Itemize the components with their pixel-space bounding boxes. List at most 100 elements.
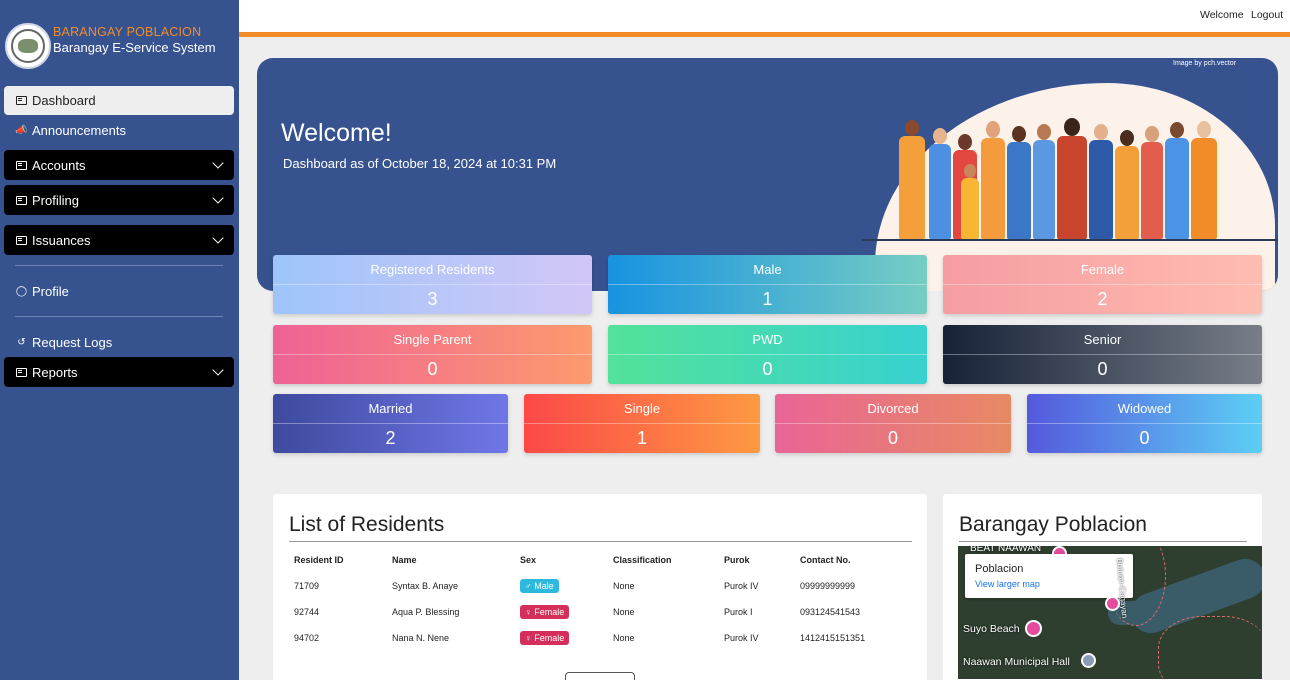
sex-label: Female xyxy=(534,633,565,643)
stat-label: Single Parent xyxy=(393,332,472,347)
sidebar-item-request-logs[interactable]: ↺ Request Logs xyxy=(4,327,234,357)
building-pin-icon[interactable] xyxy=(1081,653,1096,668)
sidebar-item-label: Profiling xyxy=(32,192,79,208)
stat-card-registered[interactable]: Registered Residents 3 xyxy=(273,255,592,314)
resident-purok: Purok IV xyxy=(724,633,759,643)
resident-classification: None xyxy=(613,607,635,617)
sidebar-divider xyxy=(15,316,223,317)
sex-badge: ♂ Male xyxy=(520,579,559,593)
welcome-link[interactable]: Welcome xyxy=(1200,9,1244,21)
stat-value: 2 xyxy=(385,428,396,448)
stat-value: 0 xyxy=(1097,359,1108,379)
sidebar-item-accounts[interactable]: Accounts xyxy=(4,150,234,180)
col-header: Resident ID xyxy=(294,555,344,565)
stat-card-married[interactable]: Married 2 xyxy=(273,394,508,453)
table-row[interactable]: 92744 Aqua P. Blessing ♀ Female None Pur… xyxy=(294,599,904,625)
map-title: Barangay Poblacion xyxy=(959,513,1147,536)
stat-label: Single xyxy=(623,401,661,416)
resident-id: 71709 xyxy=(294,581,320,591)
table-header-row: Resident ID Name Sex Classification Puro… xyxy=(294,547,904,573)
stat-card-female[interactable]: Female 2 xyxy=(943,255,1262,314)
logout-link[interactable]: Logout xyxy=(1251,9,1283,21)
resident-purok: Purok I xyxy=(724,607,753,617)
map-boundary xyxy=(1158,616,1262,679)
stat-card-single[interactable]: Single 1 xyxy=(524,394,760,453)
top-bar: Welcome Logout xyxy=(239,0,1290,32)
sidebar-item-dashboard[interactable]: Dashboard xyxy=(4,86,234,115)
stat-label: Male xyxy=(753,262,782,277)
residents-panel: List of Residents Resident ID Name Sex C… xyxy=(273,494,927,680)
id-card-icon xyxy=(15,159,28,172)
resident-classification: None xyxy=(613,633,635,643)
resident-purok: Purok IV xyxy=(724,581,759,591)
stat-value: 0 xyxy=(762,359,773,379)
sex-label: Male xyxy=(534,581,554,591)
stat-value: 2 xyxy=(1097,289,1108,309)
view-larger-map-link[interactable]: View larger map xyxy=(975,579,1040,589)
stat-value: 0 xyxy=(887,428,898,448)
stat-label: PWD xyxy=(752,332,783,347)
embedded-map[interactable]: BEAT NAAWAN Poblacion View larger map Bu… xyxy=(958,546,1262,679)
stat-value: 1 xyxy=(762,289,773,309)
stat-card-male[interactable]: Male 1 xyxy=(608,255,927,314)
stat-value: 0 xyxy=(427,359,438,379)
history-icon: ↺ xyxy=(17,336,26,348)
page-title: Welcome! xyxy=(281,119,392,147)
dashboard-date: Dashboard as of October 18, 2024 at 10:3… xyxy=(283,156,557,171)
table-row[interactable]: 71709 Syntax B. Anaye ♂ Male None Purok … xyxy=(294,573,904,599)
sidebar-item-announcements[interactable]: 📣 Announcements xyxy=(4,115,234,145)
sex-label: Female xyxy=(534,607,565,617)
residents-title: List of Residents xyxy=(289,513,445,536)
map-place-name: Poblacion xyxy=(975,563,1024,575)
map-label-top: BEAT NAAWAN xyxy=(970,546,1042,554)
map-label-beach: Suyo Beach xyxy=(963,623,1020,635)
user-icon: ◯ xyxy=(15,285,28,297)
map-pin-icon[interactable] xyxy=(1105,596,1120,611)
megaphone-icon: 📣 xyxy=(15,124,28,136)
title-underline xyxy=(289,541,912,542)
residents-table: Resident ID Name Sex Classification Puro… xyxy=(294,547,904,651)
sidebar-item-profile[interactable]: ◯ Profile xyxy=(4,276,234,306)
sex-badge: ♀ Female xyxy=(520,605,570,619)
dashboard-icon xyxy=(15,94,28,107)
stat-card-senior[interactable]: Senior 0 xyxy=(943,325,1262,384)
chevron-down-icon xyxy=(212,157,224,169)
sidebar-item-issuances[interactable]: Issuances xyxy=(4,225,234,255)
stat-card-divorced[interactable]: Divorced 0 xyxy=(775,394,1011,453)
stat-value: 0 xyxy=(1139,428,1150,448)
accent-line xyxy=(239,32,1290,37)
stat-card-single-parent[interactable]: Single Parent 0 xyxy=(273,325,592,384)
sex-badge: ♀ Female xyxy=(520,631,570,645)
map-label-hall: Naawan Municipal Hall xyxy=(963,656,1070,668)
stat-label: Registered Residents xyxy=(370,262,495,277)
view-all-button[interactable] xyxy=(565,672,635,680)
col-header: Purok xyxy=(724,555,750,565)
id-card-icon xyxy=(15,234,28,247)
report-icon xyxy=(15,366,28,379)
col-header: Name xyxy=(392,555,417,565)
brand: BARANGAY POBLACION Barangay E-Service Sy… xyxy=(5,23,235,69)
illustration-ground xyxy=(862,239,1278,241)
resident-contact: 093124541543 xyxy=(800,607,861,617)
title-underline xyxy=(959,541,1247,542)
sidebar-item-label: Request Logs xyxy=(32,334,113,350)
sidebar-item-label: Dashboard xyxy=(32,93,96,108)
sidebar-item-reports[interactable]: Reports xyxy=(4,357,234,387)
hotel-pin-icon[interactable] xyxy=(1025,620,1042,637)
stat-card-pwd[interactable]: PWD 0 xyxy=(608,325,927,384)
resident-name: Syntax B. Anaye xyxy=(392,581,459,591)
sidebar-item-label: Accounts xyxy=(32,157,86,173)
sidebar: BARANGAY POBLACION Barangay E-Service Sy… xyxy=(0,0,239,680)
sidebar-item-label: Issuances xyxy=(32,232,91,248)
sidebar-item-label: Profile xyxy=(32,283,69,299)
stat-card-widowed[interactable]: Widowed 0 xyxy=(1027,394,1262,453)
table-row[interactable]: 94702 Nana N. Nene ♀ Female None Purok I… xyxy=(294,625,904,651)
sidebar-item-profiling[interactable]: Profiling xyxy=(4,185,234,215)
resident-contact: 1412415151351 xyxy=(800,633,866,643)
resident-classification: None xyxy=(613,581,635,591)
chevron-down-icon xyxy=(212,364,224,376)
col-header: Sex xyxy=(520,555,537,565)
stat-label: Married xyxy=(368,401,413,416)
brand-system: Barangay E-Service System xyxy=(53,40,216,55)
id-card-icon xyxy=(15,194,28,207)
